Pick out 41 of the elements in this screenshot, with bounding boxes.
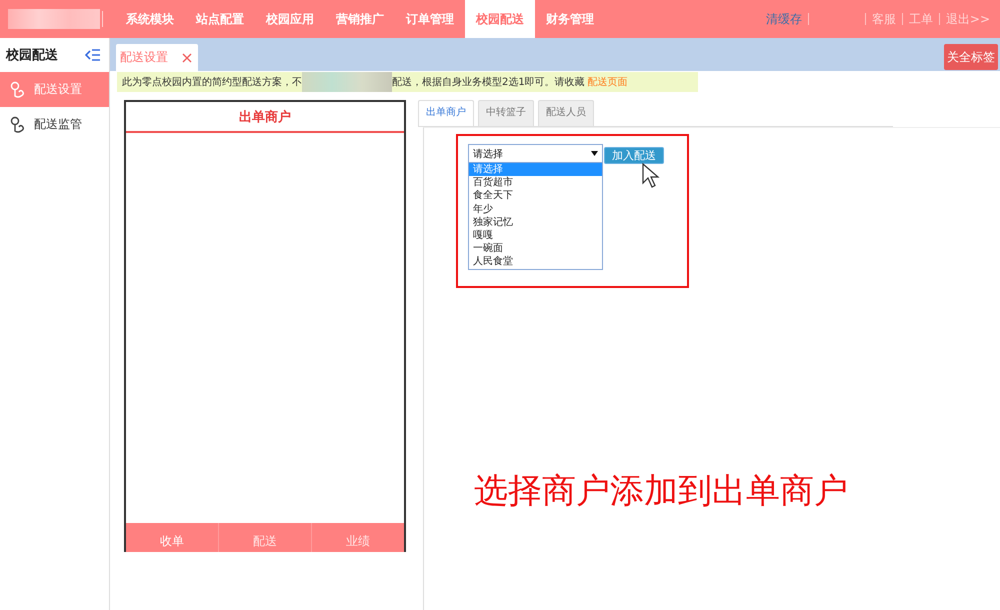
close-icon[interactable]	[182, 52, 192, 62]
nav-tab[interactable]: 站点配置	[185, 0, 255, 38]
nav-tab[interactable]: 营销推广	[325, 0, 395, 38]
dropdown-option[interactable]: 年少	[469, 202, 602, 216]
notice-link[interactable]: 配送页面	[588, 75, 628, 89]
add-delivery-button[interactable]: 加入配送	[604, 147, 664, 164]
footer-tab[interactable]: 收单	[126, 523, 218, 552]
nav-tab[interactable]: 财务管理	[535, 0, 605, 38]
top-link[interactable]: 退出>>	[946, 10, 990, 28]
merchant-select[interactable]: 请选择	[468, 144, 603, 163]
collapse-menu-icon[interactable]	[85, 49, 101, 61]
config-tab[interactable]: 中转篮子	[478, 100, 534, 126]
nav-tab[interactable]: 系统模块	[115, 0, 185, 38]
sidebar-item[interactable]: 配送设置	[0, 72, 109, 107]
dropdown-option[interactable]: 一碗面	[469, 242, 602, 256]
footer-tab[interactable]: 配送	[218, 523, 311, 552]
notice-text: 此为零点校园内置的简约型配送方案，不	[122, 76, 302, 89]
close-all-tabs-button[interactable]: 关全标签	[944, 44, 998, 70]
nav-tab[interactable]: 校园应用	[255, 0, 325, 38]
dropdown-option[interactable]: 独家记忆	[469, 216, 602, 230]
dropdown-option[interactable]: 人民食堂	[469, 255, 602, 269]
page-tab[interactable]: 配送设置	[116, 44, 198, 71]
top-link[interactable]: 客服	[872, 10, 896, 28]
sidebar-item[interactable]: 配送监管	[0, 107, 109, 142]
top-link[interactable]: 工单	[908, 10, 933, 28]
dropdown-option[interactable]: 食全天下	[469, 189, 602, 203]
notice-text: 配送，根据自身业务模型2选1即可。请收藏	[392, 76, 585, 89]
mouse-cursor-icon	[642, 163, 660, 189]
config-tab[interactable]: 出单商户	[418, 100, 474, 126]
sidebar-title: 校园配送	[6, 47, 58, 64]
dropdown-option[interactable]: 请选择	[469, 163, 602, 176]
dropdown-option[interactable]: 嘎嘎	[469, 229, 602, 242]
annotation-text: 选择商户添加到出单商户	[474, 470, 848, 513]
panel-title: 出单商户	[239, 108, 291, 126]
dropdown-arrow-icon	[591, 151, 598, 156]
nav-tab[interactable]: 校园配送	[465, 0, 535, 38]
dropdown-option[interactable]: 百货超市	[469, 176, 602, 190]
top-link[interactable]: 清缓存	[766, 10, 802, 28]
footer-tab[interactable]: 业绩	[311, 523, 404, 552]
nav-tab[interactable]: 订单管理	[395, 0, 465, 38]
config-tab[interactable]: 配送人员	[538, 100, 594, 126]
